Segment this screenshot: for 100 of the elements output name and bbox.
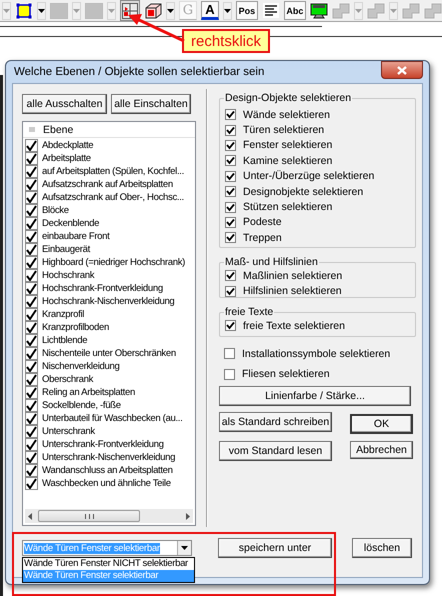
caret-icon [355,8,362,12]
checkbox[interactable] [225,270,236,282]
checkbox-label: Fenster selektieren [243,139,332,152]
dropdown-arrow-button[interactable] [223,2,232,20]
checkbox-label: Kamine selektieren [243,154,332,167]
cube-icon[interactable] [144,2,162,18]
check-icon [26,387,37,398]
checkbox[interactable] [25,438,38,451]
checkbox[interactable] [25,386,38,399]
text-tool-button[interactable]: Abc [284,1,306,20]
monitor-icon[interactable] [310,2,328,18]
checkbox[interactable] [25,256,38,269]
checkbox[interactable] [25,165,38,178]
save-default-button[interactable]: als Standard schreiben [219,412,332,432]
caret-icon [3,8,10,12]
checkbox[interactable] [25,269,38,282]
checkbox[interactable] [25,217,38,230]
checkbox[interactable] [25,191,38,204]
dropdown-arrow-button[interactable] [166,2,175,20]
group-title: freie Texte [224,306,274,318]
delete-button[interactable]: löschen [352,538,412,558]
check-icon [26,283,37,294]
list-item-label: Highboard (=niedriger Hochschrank) [42,257,186,268]
check-icon [26,140,37,151]
text-lines-icon[interactable] [262,3,279,18]
checkbox[interactable] [25,230,38,243]
check-icon [26,348,37,359]
checkbox[interactable] [225,124,236,136]
checkbox[interactable] [25,139,38,152]
list-item-label: Aufsatzschrank auf Arbeitsplatten [42,179,173,190]
checkbox[interactable] [225,202,236,213]
load-default-button[interactable]: vom Standard lesen [219,440,332,461]
checkbox[interactable] [25,360,38,373]
horizontal-scrollbar[interactable] [25,509,193,523]
ok-button[interactable]: OK [350,414,413,434]
checkbox[interactable] [25,282,38,295]
check-icon [26,361,37,372]
header-icon [29,127,35,132]
check-icon [26,465,37,476]
checkbox[interactable] [225,232,236,244]
checkbox[interactable] [225,320,236,332]
save-as-button[interactable]: speichern unter [218,538,332,558]
checkbox[interactable] [25,295,38,308]
check-icon [26,309,37,320]
dropdown-value: Wände Türen Fenster selektierbar [24,542,160,554]
dropdown-arrow-button[interactable] [37,2,46,20]
check-icon [26,400,37,411]
check-icon [26,166,37,177]
list-item-label: einbaubare Front [42,231,110,242]
checkbox[interactable] [224,348,235,360]
checkbox[interactable] [25,334,38,347]
checkbox[interactable] [25,373,38,386]
checkbox[interactable] [25,347,38,360]
text-tool-button[interactable]: Pos [236,1,258,20]
checkbox[interactable] [225,155,236,166]
checkbox[interactable] [225,109,236,120]
layer-icon[interactable] [122,2,138,18]
list-item-label: auf Arbeitsplatten (Spülen, Kochfel... [42,166,184,177]
checkbox[interactable] [25,243,38,256]
checkbox[interactable] [225,286,236,297]
check-icon [26,296,37,307]
checkbox[interactable] [25,464,38,477]
list-item-label: Waschbecken und ähnliche Teile [42,478,171,489]
list-item-label: Aufsatzschrank auf Ober-, Hochsc... [42,192,184,203]
list-item-label: Einbaugerät [42,244,90,255]
font-button[interactable]: A [201,1,219,20]
checkbox[interactable] [25,308,38,321]
checkbox[interactable] [25,178,38,191]
checkbox[interactable] [25,399,38,412]
close-button[interactable] [381,61,423,79]
checkbox[interactable] [225,170,236,182]
check-icon [26,192,37,203]
caret-icon [390,8,397,12]
checkbox[interactable] [25,412,38,425]
checkbox[interactable] [25,451,38,464]
checkbox[interactable] [25,321,38,334]
checkbox-label: Unter-/Überzüge selektieren [243,170,374,182]
checkbox[interactable] [25,152,38,165]
toggle-all-button[interactable]: alle Einschalten [111,94,191,114]
check-icon [26,179,37,190]
cancel-button[interactable]: Abbrechen [350,440,413,459]
checkbox[interactable] [225,216,236,228]
dropdown-option[interactable]: Wände Türen Fenster NICHT selektierbar [23,558,194,570]
list-item-label: Oberschrank [42,374,94,385]
group-title: Maß- und Hilfslinien [224,256,319,268]
line-color-button[interactable]: Linienfarbe / Stärke... [219,386,411,406]
checkbox[interactable] [25,425,38,438]
list-item-label: Kranzprofil [42,309,84,320]
scrollbar-thumb[interactable] [38,510,140,522]
checkbox[interactable] [225,140,236,151]
list-item-label: Nischenverkleidung [42,361,120,372]
list-item-label: Hochschrank-Nischenverkleidung [42,296,174,307]
checkbox[interactable] [225,186,236,198]
square-icon[interactable] [16,2,32,18]
arrow [128,14,185,42]
checkbox[interactable] [25,477,38,490]
toggle-all-button[interactable]: alle Ausschalten [22,94,107,114]
check-icon [26,231,37,242]
checkbox[interactable] [224,368,235,380]
checkbox[interactable] [25,204,38,217]
